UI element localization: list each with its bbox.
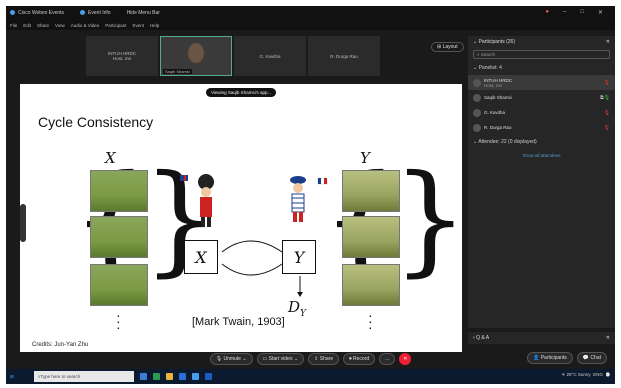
event-info-menu[interactable]: Event Info: [80, 10, 119, 16]
weather-text[interactable]: 29°C Sunny: [567, 372, 591, 377]
thumb-sub: Host, me: [112, 56, 131, 61]
participant-search-input[interactable]: ⌕ Search: [473, 50, 610, 59]
title-bar: Cisco Webex Events Event Info Hide Menu …: [6, 6, 615, 20]
thumb-name: R. Durga Rao: [330, 53, 358, 59]
participant-row[interactable]: Saqib Shamsi ⧉ 🎙: [468, 90, 615, 105]
mapping-arrow-top: [221, 240, 283, 253]
avatar: [473, 108, 481, 117]
avatar-icon[interactable]: ●: [545, 9, 549, 16]
box-x: X: [184, 240, 218, 274]
muted-mic-icon[interactable]: 🎙: [604, 80, 610, 86]
word-icon[interactable]: [204, 373, 212, 380]
start-video-button[interactable]: ▭ Start video ⌄: [256, 353, 305, 365]
thumb-name: Saqib Shamsi: [163, 69, 192, 74]
panel-toggles: 👤 Participants 💬 Chat: [527, 352, 607, 364]
participant-row[interactable]: INTUH HRDC Host, me 🎙: [468, 75, 615, 90]
ellipsis-dots: · · ·: [116, 307, 121, 335]
windows-start-icon[interactable]: ⊞: [10, 374, 14, 380]
chevron-down-icon[interactable]: ⌄: [473, 39, 477, 45]
slide-title: Cycle Consistency: [38, 114, 154, 130]
menu-event[interactable]: Event: [132, 23, 144, 28]
menu-participant[interactable]: Participant: [105, 23, 126, 28]
show-all-attendees-link[interactable]: Show all attendees: [468, 149, 615, 162]
video-strip: INTUH HRDC Host, me Saqib Shamsi G. Kavi…: [86, 36, 380, 76]
avatar: [473, 78, 481, 87]
meeting-controls: 🎙 Unmute ⌄ ▭ Start video ⌄ ⇪ Share ⏺ Rec…: [6, 350, 615, 368]
participant-row[interactable]: G. Kavitha 🎙: [468, 105, 615, 120]
menu-file[interactable]: File: [10, 23, 17, 28]
menu-edit[interactable]: Edit: [23, 23, 31, 28]
layout-button[interactable]: ⊞ Layout: [431, 42, 464, 52]
mic-icon[interactable]: 🎙: [604, 95, 610, 101]
horse-image: [90, 170, 148, 212]
store-icon[interactable]: [178, 373, 186, 380]
end-call-button[interactable]: ✕: [399, 353, 412, 365]
record-button[interactable]: ⏺ Record: [343, 353, 376, 365]
chat-toggle-button[interactable]: 💬 Chat: [576, 352, 607, 364]
minimize-icon[interactable]: –: [563, 9, 566, 16]
avatar: [473, 93, 481, 102]
menu-bar: File Edit Share View Audio & Video Parti…: [6, 20, 615, 30]
participants-panel: ⌄ Participants (26) ✕ ⌕ Search ⌄ Panelis…: [468, 36, 615, 328]
viewing-banner: Viewing Saqib Shamsi's app...: [206, 88, 277, 97]
menu-help[interactable]: Help: [150, 23, 159, 28]
unmute-button[interactable]: 🎙 Unmute ⌄: [209, 353, 253, 365]
task-view-icon[interactable]: [139, 373, 147, 380]
file-explorer-icon[interactable]: [165, 373, 173, 380]
slide-side-handle[interactable]: [20, 204, 26, 242]
menu-view[interactable]: View: [55, 23, 65, 28]
windows-taskbar: ⊞ ⌕ Type here to search ☀ 29°C Sunny ENG…: [6, 369, 615, 384]
language-indicator[interactable]: ENG: [593, 372, 603, 377]
edge-icon[interactable]: [152, 373, 160, 380]
right-brace-y: }: [392, 150, 469, 289]
beret-icon: [290, 176, 306, 184]
webex-taskbar-icon[interactable]: [191, 373, 199, 380]
close-qa-icon[interactable]: ✕: [606, 335, 610, 341]
close-panel-icon[interactable]: ✕: [606, 39, 610, 45]
qa-panel-header[interactable]: › Q & A ✕: [468, 332, 615, 344]
share-button[interactable]: ⇪ Share: [308, 353, 340, 365]
muted-mic-icon[interactable]: 🎙: [604, 125, 610, 131]
ellipsis-dots: · · ·: [368, 307, 373, 335]
zebra-image: [342, 216, 400, 258]
thumb-saqib-video[interactable]: Saqib Shamsi: [160, 36, 232, 76]
participants-toggle-button[interactable]: 👤 Participants: [527, 352, 573, 364]
thumb-name: G. Kavitha: [259, 53, 281, 59]
credits: Credits: Jun-Yan Zhu: [32, 342, 89, 348]
citation: [Mark Twain, 1903]: [192, 316, 285, 328]
participant-row[interactable]: R. Durga Rao 🎙: [468, 120, 615, 135]
horse-image: [90, 264, 148, 306]
maximize-icon[interactable]: □: [580, 9, 584, 16]
zebra-image: [342, 264, 400, 306]
thumb-kavitha[interactable]: G. Kavitha: [234, 36, 306, 76]
weather-icon[interactable]: ☀: [561, 372, 565, 377]
british-guard-figure: [200, 197, 212, 217]
system-tray: ☀ 29°C Sunny ENG ⌚: [561, 372, 611, 378]
close-icon[interactable]: ✕: [598, 9, 603, 16]
thumb-durga[interactable]: R. Durga Rao: [308, 36, 380, 76]
mapping-arrow-bottom: [221, 263, 283, 276]
speaker-video: [188, 43, 204, 63]
menu-audio-video[interactable]: Audio & Video: [71, 23, 99, 28]
zebra-image: [342, 170, 400, 212]
horse-image: [90, 216, 148, 258]
box-y: Y: [282, 240, 316, 274]
webex-app-title[interactable]: Cisco Webex Events: [10, 10, 72, 16]
panelist-header[interactable]: ⌄ Panelist: 4: [468, 61, 615, 75]
participants-header: ⌄ Participants (26) ✕: [473, 39, 610, 45]
clock[interactable]: ⌚: [605, 372, 611, 377]
taskbar-search-input[interactable]: ⌕ Type here to search: [33, 371, 134, 382]
shared-slide: Cycle Consistency X Y { } ··· { } ···: [20, 84, 468, 352]
menu-share[interactable]: Share: [37, 23, 49, 28]
webex-window: Cisco Webex Events Event Info Hide Menu …: [6, 6, 615, 384]
hide-menu-bar-button[interactable]: Hide Menu Bar: [127, 10, 160, 16]
avatar: [473, 123, 481, 132]
attendee-header[interactable]: ⌄ Attendee: 22 (0 displayed): [468, 135, 615, 149]
muted-mic-icon[interactable]: 🎙: [604, 110, 610, 116]
thumb-intuh[interactable]: INTUH HRDC Host, me: [86, 36, 158, 76]
discriminator-label: DY: [288, 298, 306, 319]
more-options-button[interactable]: ...: [379, 353, 396, 365]
